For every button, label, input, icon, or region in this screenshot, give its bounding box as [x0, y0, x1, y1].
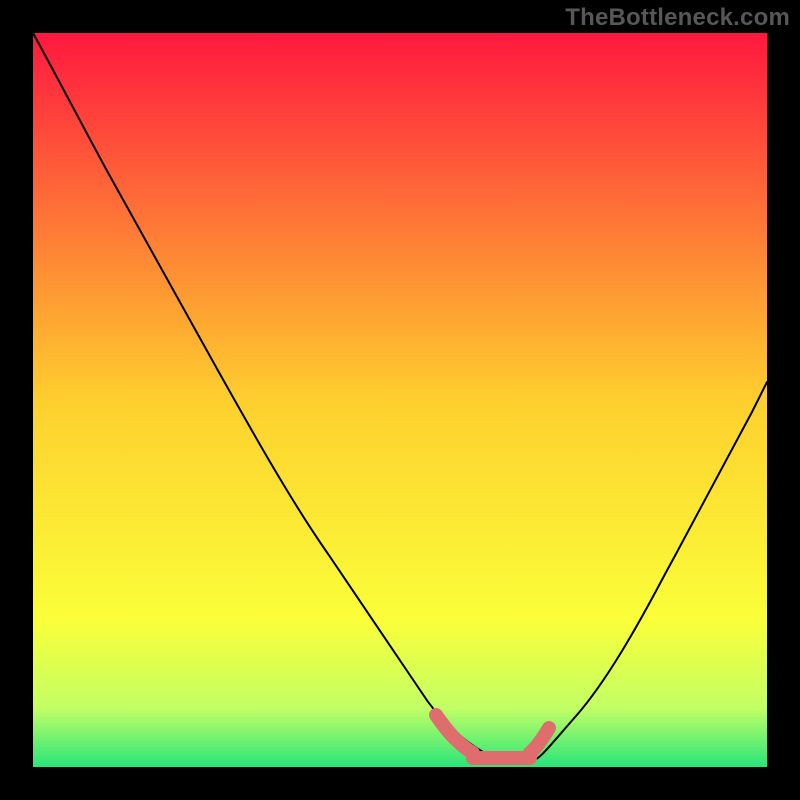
watermark-label: TheBottleneck.com: [565, 4, 790, 32]
bottleneck-chart: [33, 33, 767, 767]
chart-frame: { "watermark": "TheBottleneck.com", "cha…: [0, 0, 800, 800]
gradient-background: [33, 33, 767, 767]
